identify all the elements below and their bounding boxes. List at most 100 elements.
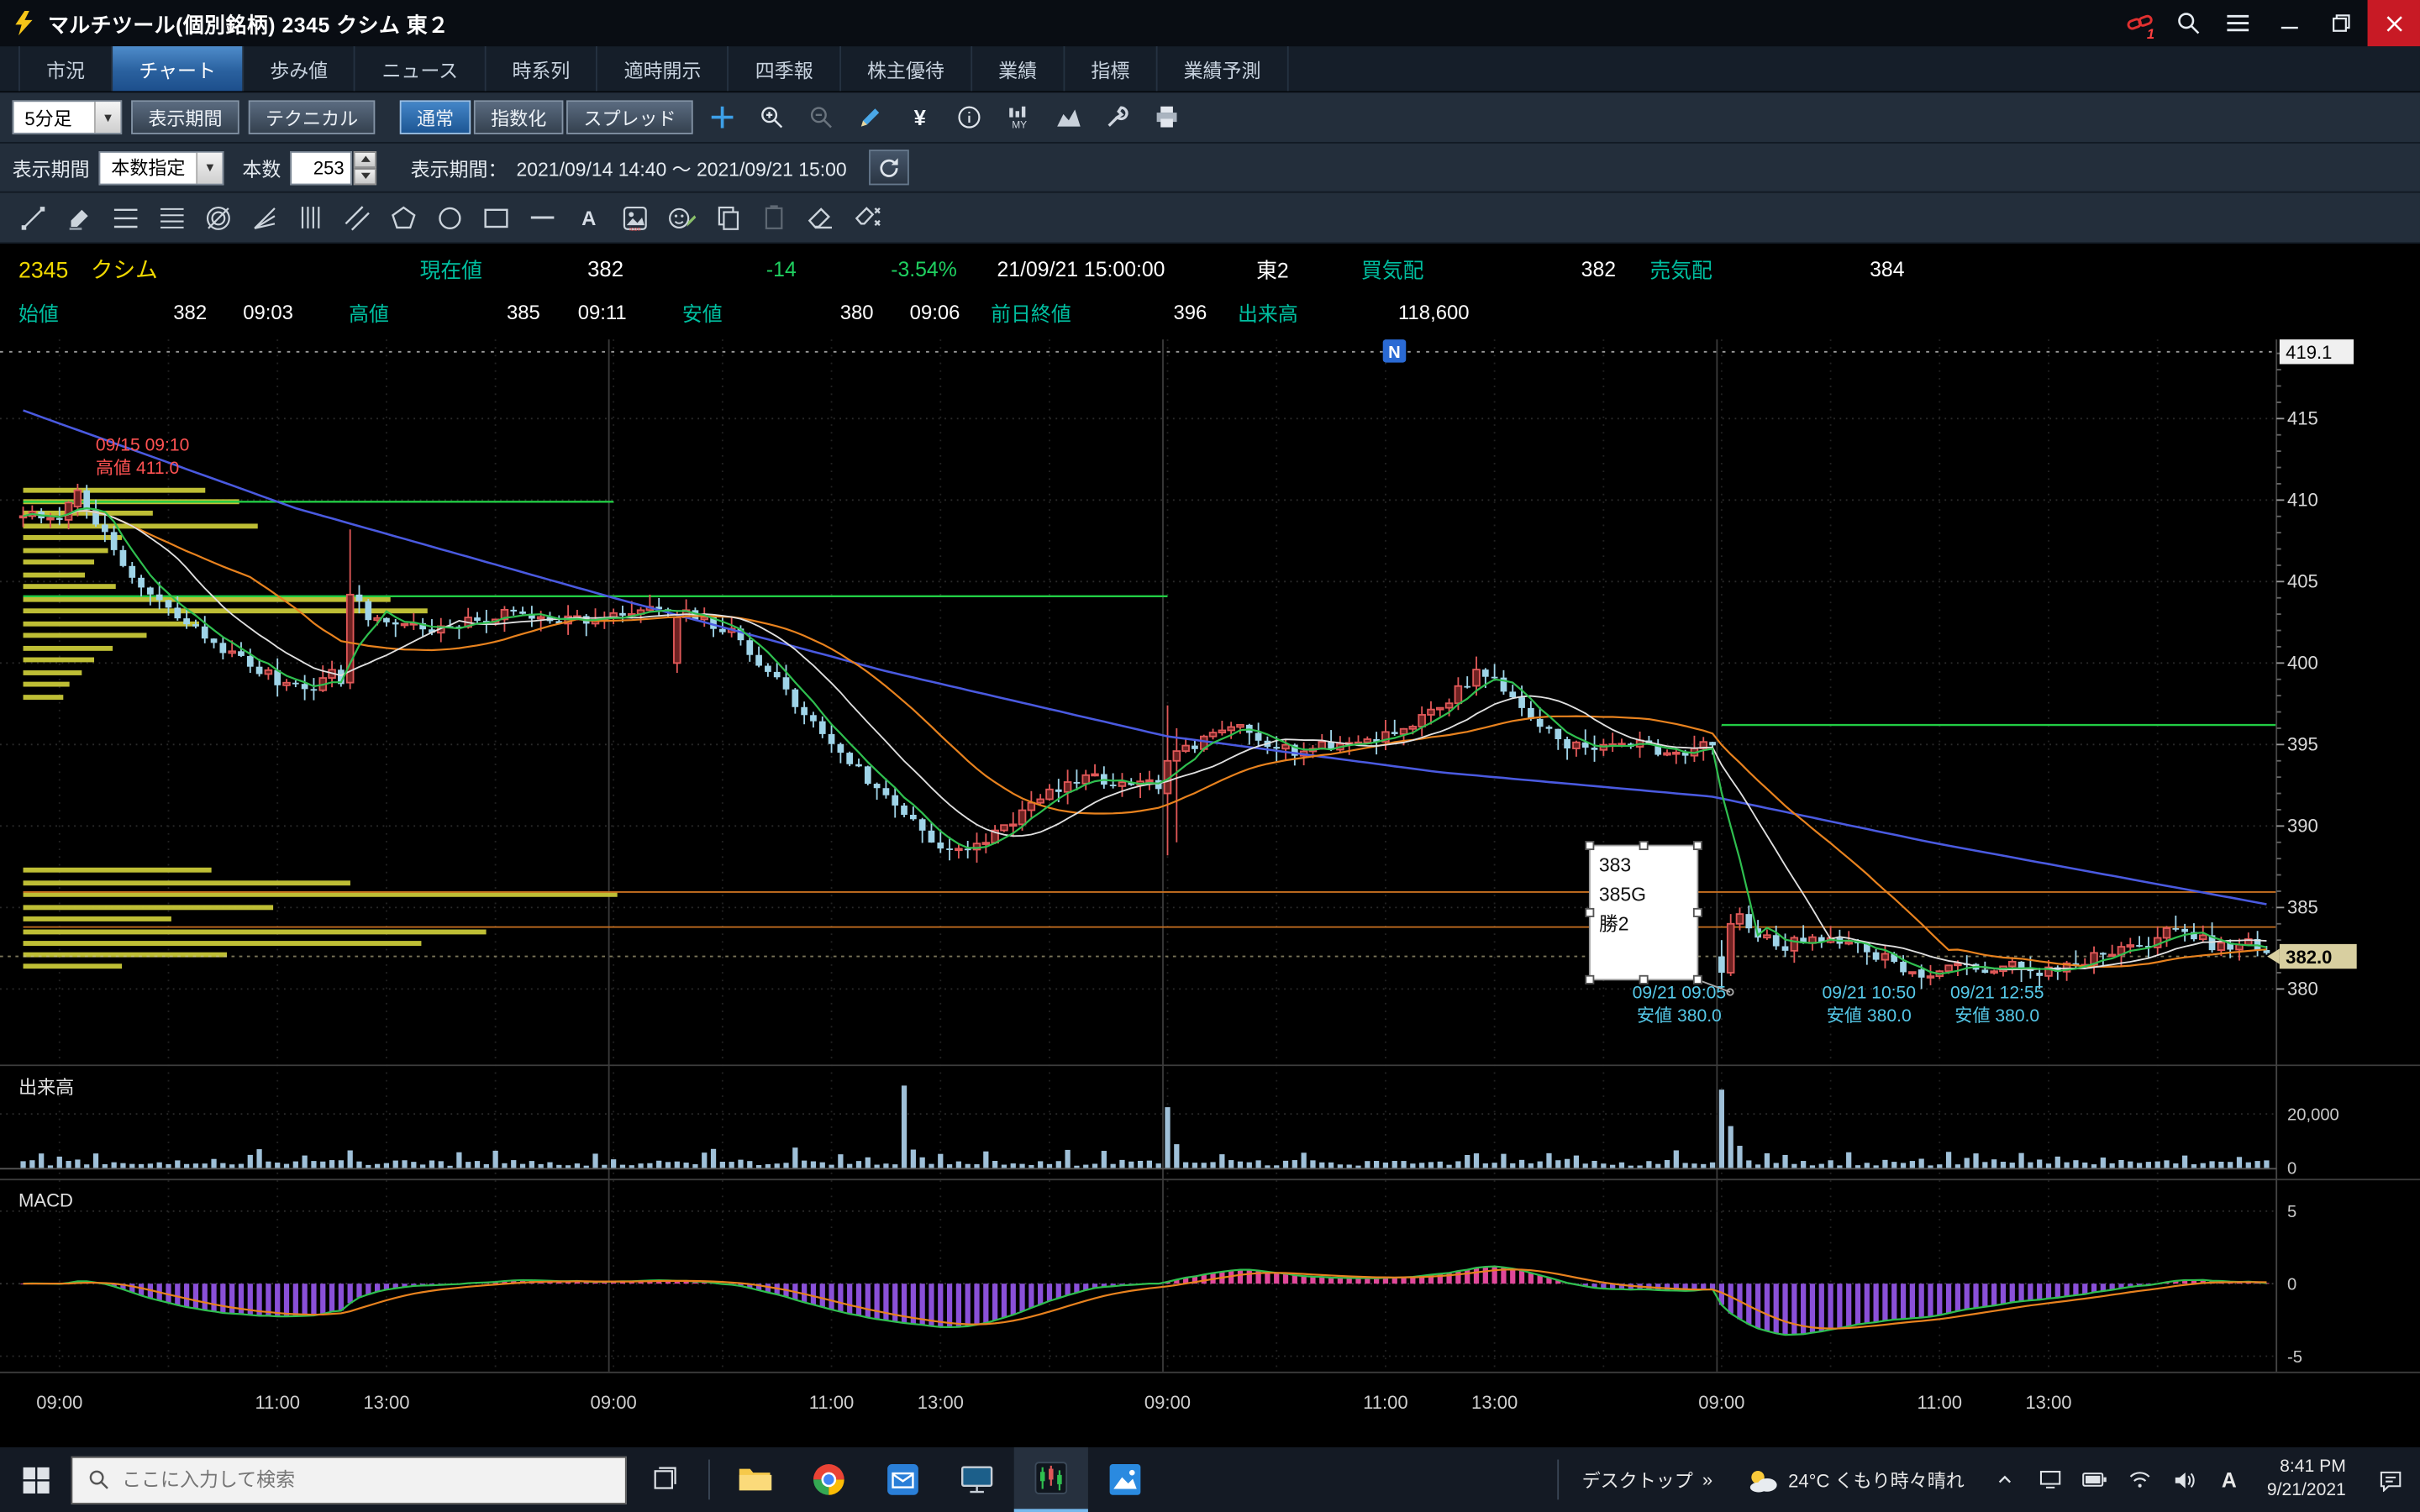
- search-icon: [88, 1469, 110, 1491]
- bar-count-input[interactable]: [290, 150, 351, 184]
- menu-icon[interactable]: [2213, 0, 2263, 46]
- emoji-tool-icon[interactable]: [660, 198, 702, 237]
- chart-canvas[interactable]: 415410405400395390385380419.1382.020,000…: [0, 332, 2420, 1447]
- paste-tool-icon[interactable]: [753, 198, 795, 237]
- restore-button[interactable]: [2315, 0, 2367, 46]
- note-resize-handle[interactable]: [1586, 842, 1593, 849]
- crosshair-icon[interactable]: [702, 99, 743, 136]
- task-view-button[interactable]: [627, 1447, 701, 1512]
- technical-button[interactable]: テクニカル: [249, 100, 376, 134]
- tab-news[interactable]: ニュース: [355, 46, 486, 91]
- count-spinner[interactable]: [354, 150, 377, 184]
- file-explorer-icon[interactable]: [718, 1447, 792, 1512]
- close-button[interactable]: [2368, 0, 2420, 46]
- chart-toolbar: 5分足 ▼ 表示期間 テクニカル 通常 指数化 スプレッド ¥ MY: [0, 92, 2420, 144]
- note-resize-handle[interactable]: [1694, 842, 1702, 849]
- trendline-icon[interactable]: [13, 198, 55, 237]
- battery-icon[interactable]: [2072, 1447, 2117, 1512]
- svg-text:MY: MY: [1011, 118, 1026, 130]
- period-mode-select[interactable]: 本数指定 ▼: [99, 150, 224, 184]
- copy-tool-icon[interactable]: [707, 198, 749, 237]
- marker-icon[interactable]: [59, 198, 101, 237]
- info-icon[interactable]: [950, 99, 990, 136]
- fib-retracement-icon[interactable]: [105, 198, 147, 237]
- print-icon[interactable]: [1147, 99, 1187, 136]
- zoom-in-icon[interactable]: [752, 99, 792, 136]
- display-period-button[interactable]: 表示期間: [131, 100, 239, 134]
- wifi-icon[interactable]: [2118, 1447, 2162, 1512]
- time-axis-label: 11:00: [1363, 1392, 1408, 1413]
- area-chart-icon[interactable]: [1048, 99, 1088, 136]
- quote-row-primary: 2345 クシム 現在値 382 -14 -3.54% 21/09/21 15:…: [0, 244, 2420, 293]
- reset-period-button[interactable]: [868, 150, 908, 185]
- ime-indicator[interactable]: A: [2207, 1447, 2251, 1512]
- tab-ticks[interactable]: 歩み値: [244, 46, 355, 91]
- mode-normal-button[interactable]: 通常: [400, 100, 471, 134]
- mode-spread-button[interactable]: スプレッド: [566, 100, 693, 134]
- display-tray-icon[interactable]: [2028, 1447, 2072, 1512]
- note-resize-handle[interactable]: [1586, 909, 1593, 916]
- taskbar-search-input[interactable]: [122, 1469, 585, 1491]
- horizontal-line-icon[interactable]: [522, 198, 564, 237]
- ellipse-icon[interactable]: [429, 198, 471, 237]
- pentagon-icon[interactable]: [383, 198, 425, 237]
- note-resize-handle[interactable]: [1694, 909, 1702, 916]
- note-resize-handle[interactable]: [1640, 842, 1648, 849]
- weather-widget[interactable]: 24°C くもり時々晴れ: [1728, 1467, 1983, 1493]
- clear-all-icon[interactable]: [846, 198, 888, 237]
- yen-axis-icon[interactable]: ¥: [900, 99, 940, 136]
- price-axis-label: 380: [2287, 979, 2318, 1000]
- tab-earnings[interactable]: 業績: [972, 46, 1065, 91]
- tab-indicators[interactable]: 指標: [1065, 46, 1157, 91]
- search-icon[interactable]: [2164, 0, 2213, 46]
- my-chart-icon[interactable]: MY: [999, 99, 1039, 136]
- tab-chart[interactable]: チャート: [113, 46, 244, 91]
- desktop-toolbar[interactable]: デスクトップ »: [1566, 1467, 1728, 1493]
- note-resize-handle[interactable]: [1586, 976, 1593, 984]
- tab-disclosure[interactable]: 適時開示: [597, 46, 729, 91]
- channel-icon[interactable]: [336, 198, 378, 237]
- vertical-lines-icon[interactable]: [290, 198, 332, 237]
- chart-app-icon[interactable]: [1014, 1447, 1088, 1512]
- drawing-toolbar: A icon: [0, 193, 2420, 244]
- draw-pencil-icon[interactable]: [850, 99, 891, 136]
- rectangle-icon[interactable]: [476, 198, 518, 237]
- note-text: 勝2: [1599, 913, 1629, 935]
- prev-close-value: 396: [1111, 301, 1207, 324]
- tab-market[interactable]: 市況: [18, 46, 113, 91]
- fan-lines-icon[interactable]: [244, 198, 286, 237]
- tab-forecast[interactable]: 業績予測: [1157, 46, 1288, 91]
- photos-app-icon[interactable]: [1088, 1447, 1162, 1512]
- tab-benefits[interactable]: 株主優待: [841, 46, 972, 91]
- price-axis-label: 395: [2287, 734, 2318, 755]
- clock-time: 8:41 PM: [2267, 1457, 2346, 1479]
- mail-app-icon[interactable]: [865, 1447, 939, 1512]
- text-tool-icon[interactable]: A: [568, 198, 610, 237]
- link-icon[interactable]: 1: [2114, 0, 2164, 46]
- taskbar-clock[interactable]: 8:41 PM 9/21/2021: [2251, 1457, 2361, 1503]
- timeframe-select[interactable]: 5分足 ▼: [13, 100, 122, 134]
- mode-index-button[interactable]: 指数化: [474, 100, 564, 134]
- note-resize-handle[interactable]: [1694, 976, 1702, 984]
- settings-wrench-icon[interactable]: [1097, 99, 1138, 136]
- fib-circle-icon[interactable]: [197, 198, 239, 237]
- minimize-button[interactable]: [2263, 0, 2315, 46]
- price-axis-label: 410: [2287, 490, 2318, 511]
- tab-shikiho[interactable]: 四季報: [729, 46, 841, 91]
- tab-timeseries[interactable]: 時系列: [486, 46, 597, 91]
- erase-tool-icon[interactable]: [799, 198, 841, 237]
- note-resize-handle[interactable]: [1640, 976, 1648, 984]
- monitor-app-icon[interactable]: [940, 1447, 1014, 1512]
- note-annotation[interactable]: 383385G勝2: [1586, 842, 1733, 995]
- start-button[interactable]: [0, 1447, 71, 1512]
- price-axis-label: 385: [2287, 897, 2318, 918]
- parallel-lines-icon[interactable]: [151, 198, 193, 237]
- icon-stamp-icon[interactable]: icon: [614, 198, 656, 237]
- taskbar-search[interactable]: [71, 1456, 626, 1504]
- action-center-icon[interactable]: [2361, 1447, 2420, 1512]
- zoom-out-icon[interactable]: [801, 99, 841, 136]
- chrome-icon[interactable]: [792, 1447, 865, 1512]
- chart-region[interactable]: 415410405400395390385380419.1382.020,000…: [0, 332, 2420, 1447]
- tray-chevron-up-icon[interactable]: [1983, 1447, 2028, 1512]
- speaker-icon[interactable]: [2162, 1447, 2207, 1512]
